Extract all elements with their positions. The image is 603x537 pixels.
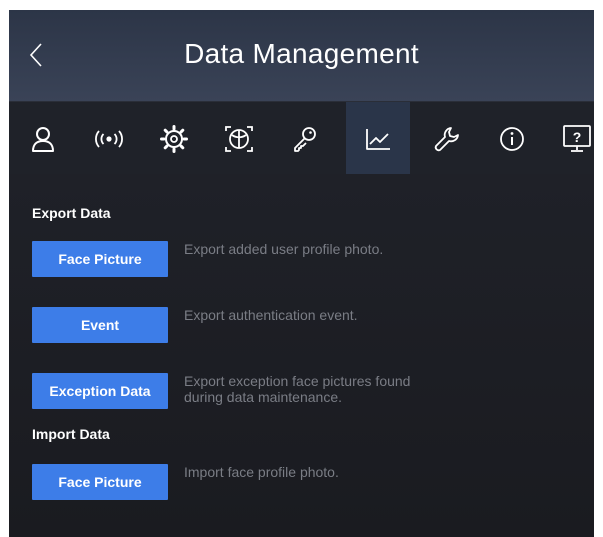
tab-communication[interactable] [77, 102, 141, 175]
tab-security[interactable] [273, 102, 337, 175]
info-icon [500, 126, 524, 151]
face-scan-icon [225, 125, 253, 152]
content-panel: Export Data Face Picture Export added us… [9, 174, 594, 537]
tab-help[interactable]: ? [545, 102, 594, 175]
import-face-picture-description: Import face profile photo. [184, 464, 339, 480]
wrench-icon [434, 126, 459, 151]
wireless-signal-icon [95, 129, 123, 148]
header-bar: Data Management [9, 10, 594, 101]
export-section-title: Export Data [32, 205, 111, 221]
data-management-screen: Data Management ? Export Data Face Pictu… [9, 10, 594, 537]
export-exception-data-description: Export exception face pictures found dur… [184, 373, 411, 405]
import-section-title: Import Data [32, 426, 110, 442]
tab-bar: ? [9, 101, 594, 175]
tab-about[interactable] [480, 102, 544, 175]
tab-face-recognition[interactable] [207, 102, 271, 175]
tab-maintenance[interactable] [415, 102, 479, 175]
key-icon [294, 126, 316, 152]
page-title: Data Management [184, 38, 419, 69]
line-chart-icon [366, 128, 390, 150]
export-face-picture-description: Export added user profile photo. [184, 241, 384, 257]
tab-settings[interactable] [142, 102, 206, 175]
export-face-picture-button[interactable]: Face Picture [32, 241, 168, 277]
export-exception-data-button[interactable]: Exception Data [32, 373, 168, 409]
tab-data-management[interactable] [346, 102, 410, 175]
help-glyph: ? [573, 129, 582, 145]
export-event-button[interactable]: Event [32, 307, 168, 343]
help-monitor-icon: ? [563, 124, 591, 152]
import-face-picture-button[interactable]: Face Picture [32, 464, 168, 500]
gear-icon [160, 124, 188, 153]
export-event-description: Export authentication event. [184, 307, 358, 323]
tab-user[interactable] [11, 102, 75, 175]
user-icon [32, 126, 54, 152]
